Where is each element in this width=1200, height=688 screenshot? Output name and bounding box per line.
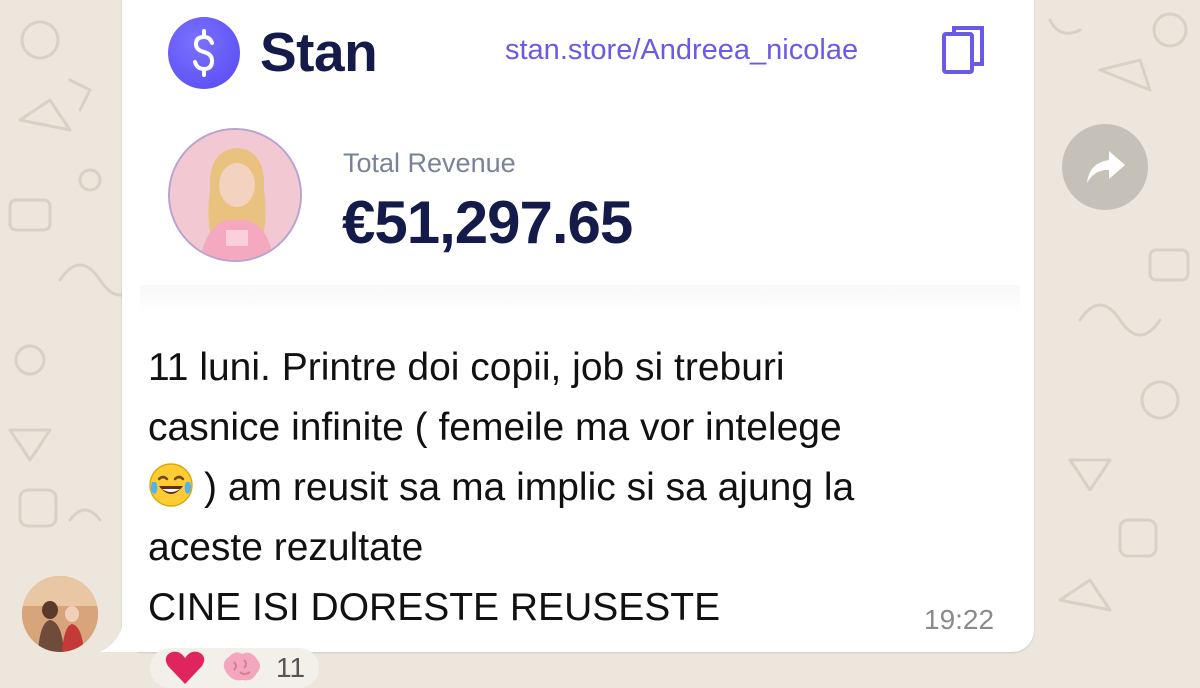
heart-icon: [165, 651, 205, 684]
copy-icon[interactable]: [942, 24, 986, 76]
message-line: ) am reusit sa ma implic si sa ajung la: [148, 458, 1008, 518]
total-revenue-value: €51,297.65: [342, 189, 633, 256]
brain-icon: [223, 652, 260, 681]
message-line: aceste rezultate: [148, 526, 424, 569]
forward-button[interactable]: [1062, 124, 1148, 210]
message-line-text: ) am reusit sa ma implic si sa ajung la: [204, 466, 855, 509]
card-divider: [140, 285, 1020, 315]
reactions-bar[interactable]: 11: [150, 648, 320, 688]
message-text: 11 luni. Printre doi copii, job si trebu…: [148, 338, 1008, 638]
stan-logo-icon: [168, 17, 240, 89]
sender-avatar[interactable]: [22, 576, 98, 652]
creator-avatar: [168, 128, 302, 262]
stan-brand-name: Stan: [260, 21, 378, 83]
stan-card-header: Stan stan.store/Andreea_nicolae: [168, 14, 998, 89]
message-line: casnice infinite ( femeile ma vor intele…: [148, 406, 842, 449]
message-timestamp: 19:22: [924, 604, 995, 635]
forward-arrow-icon: [1087, 151, 1125, 183]
total-revenue-label: Total Revenue: [343, 148, 516, 178]
message-line: CINE ISI DORESTE REUSESTE: [148, 586, 721, 629]
store-url-link[interactable]: stan.store/Andreea_nicolae: [505, 34, 858, 67]
message-line: 11 luni. Printre doi copii, job si trebu…: [148, 346, 785, 389]
reaction-count: 11: [276, 652, 306, 683]
face-with-tears-of-joy-icon: [149, 463, 193, 507]
bubble-tail: [100, 600, 140, 652]
